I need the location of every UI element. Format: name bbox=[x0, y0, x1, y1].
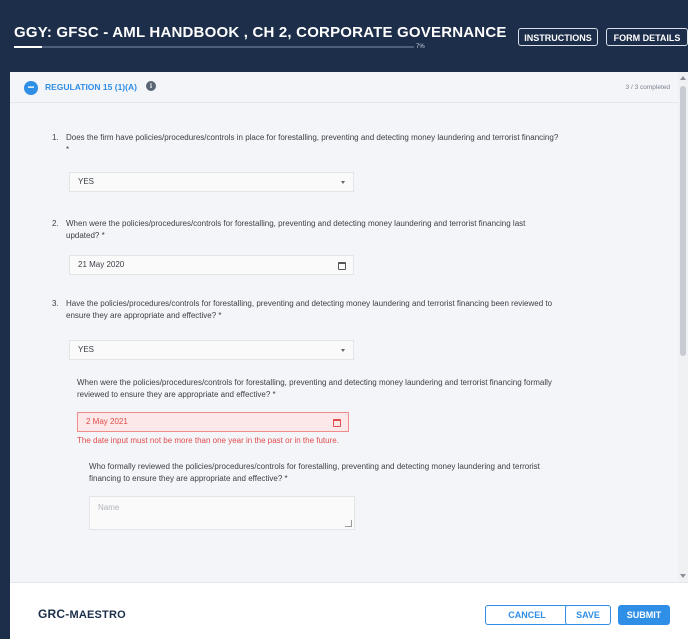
save-button[interactable]: SAVE bbox=[565, 605, 611, 625]
question-3-select[interactable]: YES bbox=[69, 340, 354, 360]
question-2: 2. When were the policies/procedures/con… bbox=[52, 218, 672, 244]
progress-bar bbox=[14, 46, 414, 48]
subsubquestion: Who formally reviewed the policies/proce… bbox=[89, 462, 540, 483]
question-number: 1. bbox=[52, 133, 59, 142]
calendar-icon[interactable] bbox=[333, 419, 341, 427]
question-1-select[interactable]: YES bbox=[69, 172, 354, 192]
question-text: Does the firm have policies/procedures/c… bbox=[66, 133, 559, 154]
submit-button[interactable]: SUBMIT bbox=[618, 605, 670, 625]
calendar-icon[interactable] bbox=[338, 262, 346, 270]
question-1: 1. Does the firm have policies/procedure… bbox=[52, 132, 672, 158]
collapse-icon[interactable]: − bbox=[24, 81, 38, 95]
app-footer: GRC-MAESTRO CANCEL SAVE SUBMIT bbox=[10, 582, 688, 639]
chevron-down-icon bbox=[341, 349, 345, 352]
scrollbar-thumb[interactable] bbox=[680, 86, 686, 356]
question-2-date-input[interactable]: 21 May 2020 bbox=[69, 255, 354, 275]
scroll-up-icon[interactable] bbox=[680, 76, 686, 80]
form-title: GGY: GFSC - AML HANDBOOK , CH 2, CORPORA… bbox=[14, 24, 507, 41]
date-error-message: The date input must not be more than one… bbox=[77, 436, 339, 445]
progress-fill bbox=[14, 46, 42, 48]
section-title: REGULATION 15 (1)(A) bbox=[45, 82, 137, 92]
question-3: 3. Have the policies/procedures/controls… bbox=[52, 298, 672, 324]
subquestion: When were the policies/procedures/contro… bbox=[77, 378, 552, 399]
progress-percent: 7% bbox=[416, 44, 425, 50]
cancel-button[interactable]: CANCEL bbox=[485, 605, 569, 625]
resize-handle-icon[interactable] bbox=[345, 520, 352, 527]
scrollbar[interactable] bbox=[678, 72, 688, 582]
question-number: 3. bbox=[52, 299, 59, 308]
logo: GRC-MAESTRO bbox=[38, 607, 126, 621]
form-panel: − REGULATION 15 (1)(A) i 3 / 3 completed… bbox=[10, 72, 688, 582]
instructions-button[interactable]: INSTRUCTIONS bbox=[518, 28, 598, 46]
scroll-down-icon[interactable] bbox=[680, 574, 686, 578]
question-text: When were the policies/procedures/contro… bbox=[66, 219, 526, 240]
section-completed-count: 3 / 3 completed bbox=[625, 84, 670, 91]
form-details-button[interactable]: FORM DETAILS bbox=[606, 28, 688, 46]
section-header[interactable]: − REGULATION 15 (1)(A) i 3 / 3 completed bbox=[10, 72, 678, 103]
info-icon[interactable]: i bbox=[146, 81, 156, 91]
subquestion-date-input[interactable]: 2 May 2021 bbox=[77, 412, 349, 432]
app-header: GGY: GFSC - AML HANDBOOK , CH 2, CORPORA… bbox=[0, 0, 688, 72]
reviewer-name-textarea[interactable]: Name bbox=[89, 496, 355, 530]
chevron-down-icon bbox=[341, 181, 345, 184]
question-text: Have the policies/procedures/controls fo… bbox=[66, 299, 553, 320]
question-number: 2. bbox=[52, 219, 59, 228]
